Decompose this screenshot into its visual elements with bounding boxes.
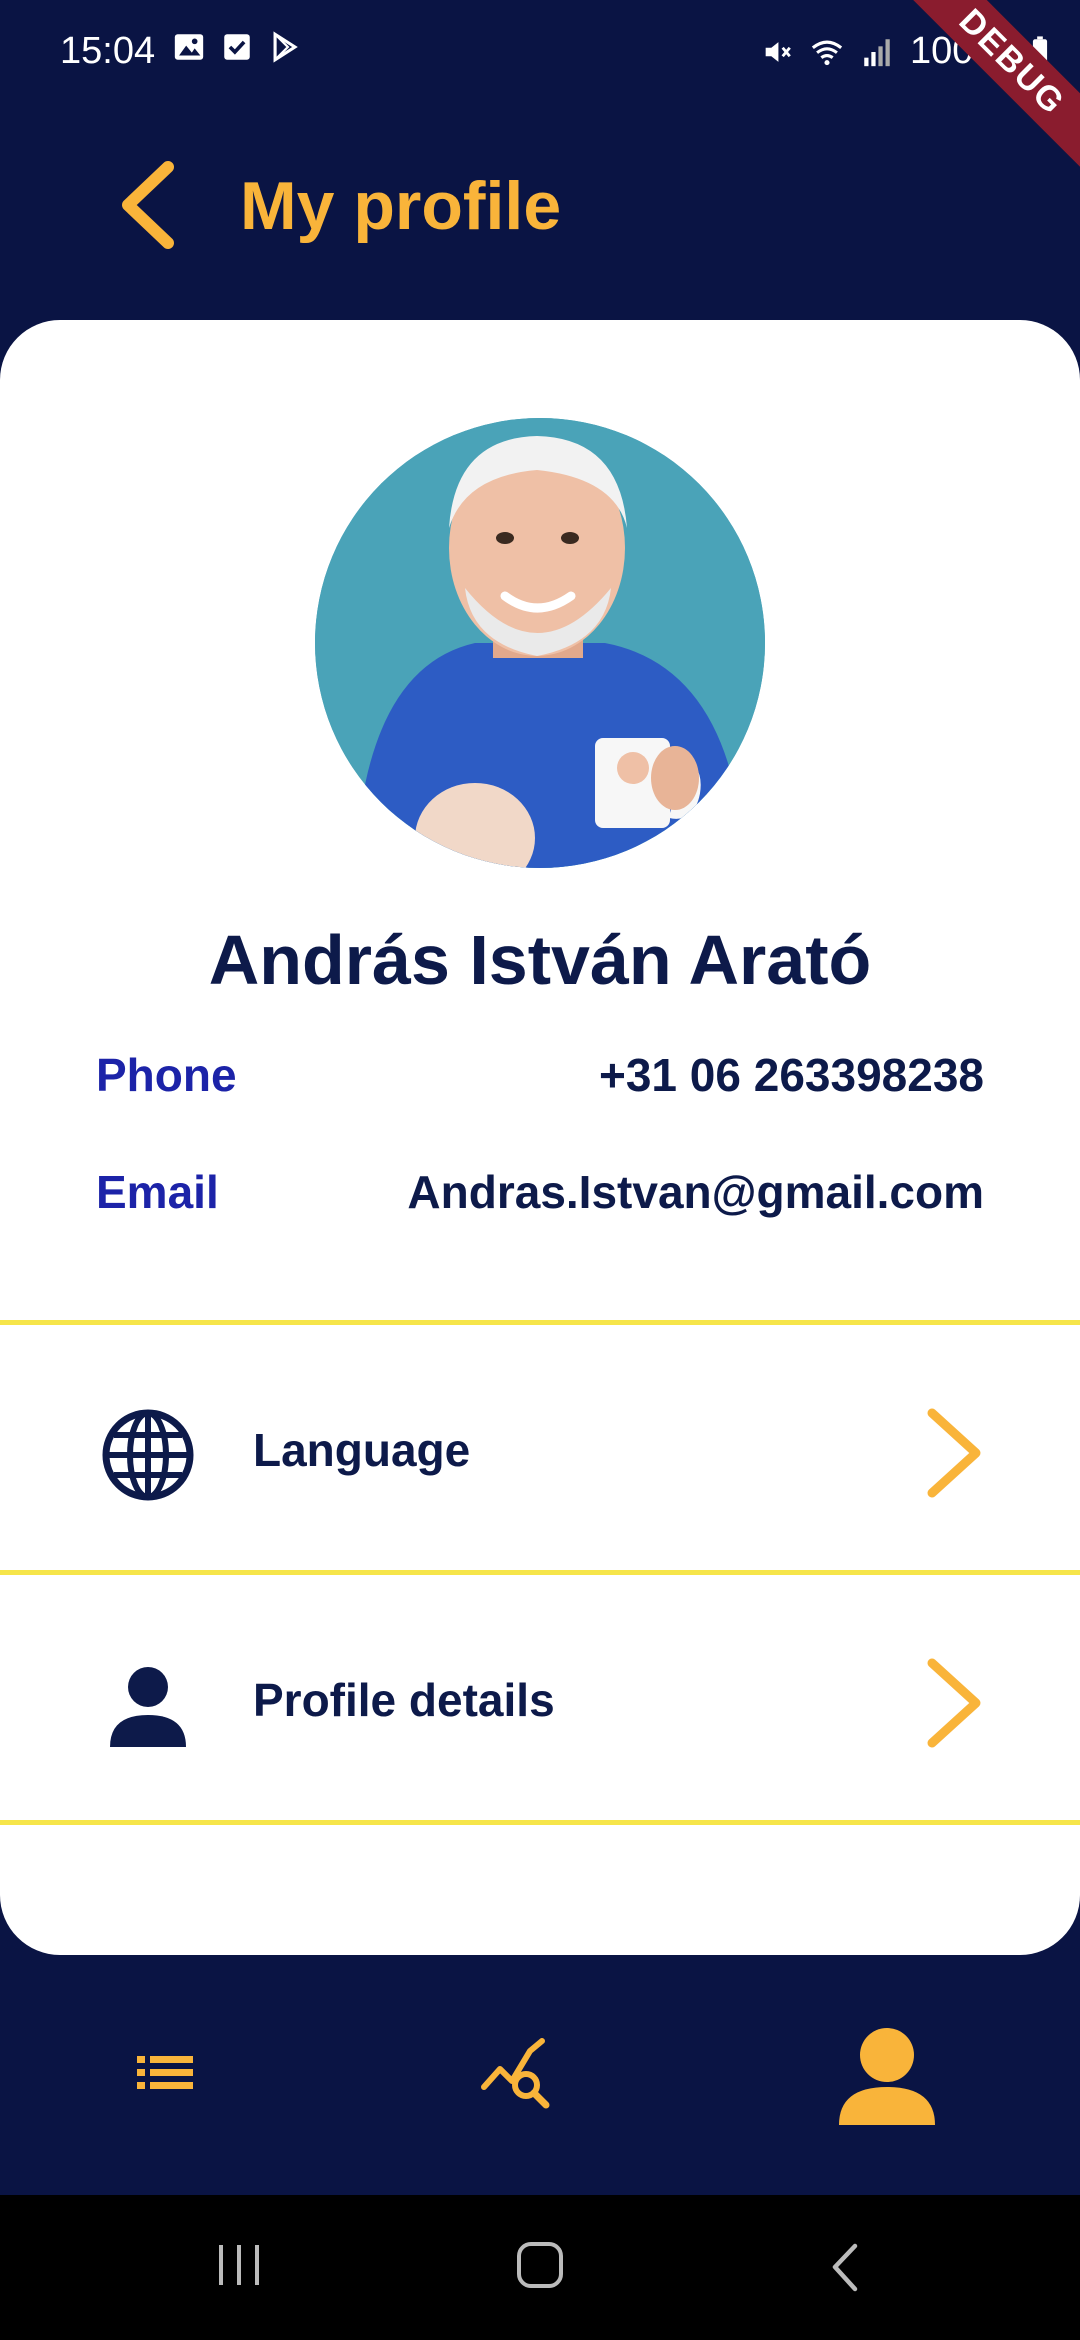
- system-back-button[interactable]: [825, 2240, 865, 2295]
- nav-list-button[interactable]: [135, 2048, 195, 2098]
- signal-icon: [864, 38, 890, 66]
- menu-item-language[interactable]: Language: [0, 1325, 1080, 1570]
- back-button[interactable]: [110, 155, 190, 255]
- status-bar: 15:04 100% DEBUG: [0, 0, 1080, 173]
- play-store-icon: [273, 31, 298, 63]
- menu-item-label: Language: [253, 1424, 471, 1476]
- status-time: 15:04: [60, 30, 156, 72]
- profile-name: András István Arató: [208, 921, 872, 999]
- avatar: [315, 418, 765, 868]
- system-nav-bar: [0, 2195, 1080, 2340]
- wifi-icon: [811, 40, 843, 65]
- globe-icon: [102, 1409, 194, 1501]
- chevron-right-icon: [927, 1408, 981, 1498]
- email-label: Email: [96, 1166, 219, 1218]
- back-arrow-icon: [832, 2243, 858, 2292]
- page-title: My profile: [240, 168, 562, 244]
- app-bar: My profile: [0, 105, 1080, 320]
- menu-item-profile-details[interactable]: Profile details: [0, 1575, 1080, 1820]
- profile-card: András István Arató Phone +31 06 2633982…: [0, 320, 1080, 1955]
- nav-profile-button[interactable]: [835, 2025, 940, 2125]
- home-icon: [517, 2242, 563, 2288]
- phone-value: +31 06 263398238: [598, 1049, 984, 1101]
- recent-apps-button[interactable]: [215, 2240, 263, 2290]
- home-button[interactable]: [515, 2240, 565, 2290]
- check-square-icon: [224, 34, 250, 60]
- recent-apps-icon: [219, 2245, 259, 2285]
- image-icon: [174, 34, 204, 60]
- notification-icons: [172, 30, 302, 64]
- list-icon: [137, 2056, 193, 2089]
- mute-icon: [765, 41, 791, 62]
- email-value: Andras.Istvan@gmail.com: [407, 1166, 984, 1218]
- chevron-right-icon: [927, 1658, 981, 1748]
- person-icon: [839, 2028, 935, 2125]
- bottom-nav: [0, 1955, 1080, 2195]
- divider: [0, 1820, 1080, 1825]
- menu-item-label: Profile details: [253, 1674, 555, 1726]
- analytics-search-icon: [481, 2038, 550, 2109]
- phone-label: Phone: [96, 1049, 237, 1101]
- chevron-left-icon: [122, 161, 174, 249]
- person-icon: [110, 1667, 186, 1747]
- nav-analytics-button[interactable]: [480, 2035, 555, 2110]
